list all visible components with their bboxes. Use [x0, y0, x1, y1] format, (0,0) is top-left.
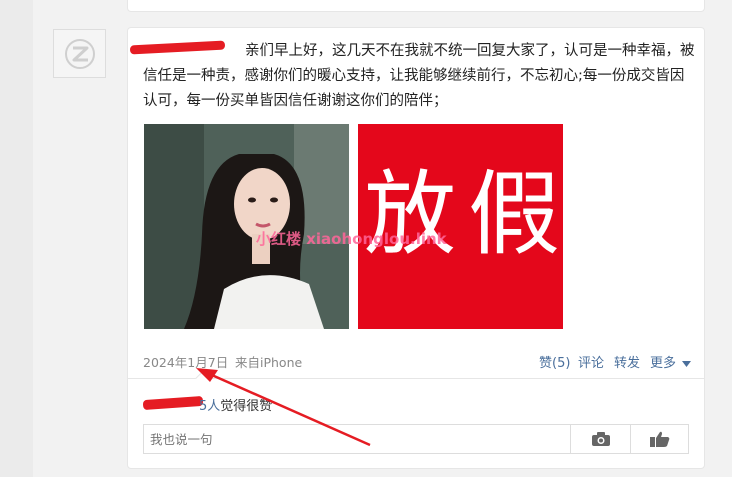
more-action-label: 更多: [650, 356, 677, 371]
comment-action-button[interactable]: 评论: [578, 352, 604, 371]
post-image-holiday-notice[interactable]: 放 假: [358, 124, 563, 329]
post-image-portrait[interactable]: [144, 124, 349, 329]
comment-box: [143, 424, 689, 454]
post-body-text: 亲们早上好，这几天不在我就不统一回复大家了，认可是一种幸福，被信任是一种责，感谢…: [143, 43, 695, 109]
likes-count[interactable]: 5人: [199, 399, 220, 414]
thumbs-up-button[interactable]: [630, 425, 688, 453]
default-avatar-icon[interactable]: [53, 29, 106, 78]
avatar-placeholder-icon: [64, 38, 95, 69]
share-action-button[interactable]: 转发: [614, 352, 640, 371]
post-content: 亲们早上好，这几天不在我就不统一回复大家了，认可是一种幸福，被信任是一种责，感谢…: [143, 39, 697, 114]
post-date[interactable]: 2024年1月7日: [143, 352, 228, 371]
previous-post-card: [127, 0, 705, 12]
more-action-button[interactable]: 更多: [650, 352, 692, 371]
portrait-illustration: [144, 124, 349, 329]
left-sidebar-strip: [0, 0, 33, 477]
likes-summary: 5人觉得很赞: [143, 395, 272, 414]
author-name[interactable]: [143, 43, 153, 59]
triangle-down-icon: [682, 360, 692, 367]
action-divider: [128, 378, 704, 379]
watermark-text: 小红楼 xiaohonglou.link: [256, 230, 447, 248]
post-source: 来自iPhone: [235, 355, 303, 370]
like-action-button[interactable]: 赞(5): [539, 352, 570, 371]
camera-icon: [591, 432, 610, 446]
thumbs-up-icon: [649, 431, 669, 447]
comment-input[interactable]: [144, 425, 570, 453]
holiday-char-2: 假: [468, 161, 561, 268]
camera-button[interactable]: [570, 425, 630, 453]
likes-suffix: 觉得很赞: [220, 399, 273, 414]
